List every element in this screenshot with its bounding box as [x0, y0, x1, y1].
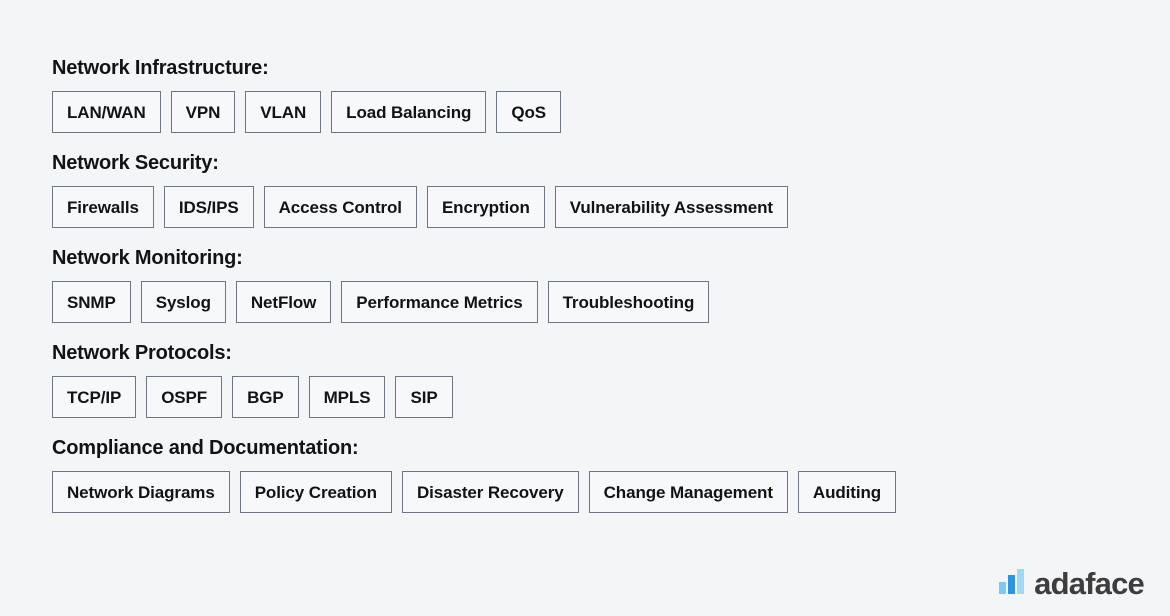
section-heading: Compliance and Documentation: — [52, 437, 359, 459]
skill-chip[interactable]: VLAN — [245, 91, 322, 133]
chip-row: LAN/WAN VPN VLAN Load Balancing QoS — [52, 91, 1122, 133]
bar-chart-icon — [999, 569, 1025, 594]
skill-chip[interactable]: Load Balancing — [331, 91, 487, 133]
skill-chip[interactable]: Firewalls — [52, 186, 154, 228]
skill-chip[interactable]: SIP — [395, 376, 453, 418]
skill-chip[interactable]: NetFlow — [235, 281, 332, 323]
skill-chip[interactable]: Change Management — [588, 471, 788, 513]
skill-chip[interactable]: Encryption — [426, 186, 545, 228]
skill-chip[interactable]: BGP — [232, 376, 299, 418]
skill-chip[interactable]: SNMP — [52, 281, 131, 323]
skill-chip[interactable]: Policy Creation — [239, 471, 392, 513]
skills-overview-page: Network Infrastructure: LAN/WAN VPN VLAN Loa… — [0, 0, 1170, 616]
skill-section: Compliance and Documentation: Network Dia… — [52, 436, 1122, 513]
skill-chip[interactable]: Access Control — [263, 186, 417, 228]
sections-container: Network Infrastructure: LAN/WAN VPN VLAN Loa… — [52, 56, 1122, 513]
section-heading: Network Security: — [52, 152, 219, 174]
section-heading: Network Protocols: — [52, 342, 232, 364]
skill-section: Network Protocols: TCP/IP OSPF BGP MPLS SIP — [52, 341, 1122, 418]
skill-section: Network Security: Firewalls IDS/IPS Access … — [52, 151, 1122, 228]
skill-chip[interactable]: Troubleshooting — [547, 281, 710, 323]
skill-chip[interactable]: VPN — [170, 91, 236, 133]
skill-chip[interactable]: Auditing — [797, 471, 897, 513]
skill-chip[interactable]: Vulnerability Assessment — [554, 186, 788, 228]
skill-chip[interactable]: IDS/IPS — [163, 186, 254, 228]
skill-chip[interactable]: Disaster Recovery — [401, 471, 579, 513]
skill-chip[interactable]: TCP/IP — [52, 376, 137, 418]
section-heading: Network Monitoring: — [52, 247, 243, 269]
chip-row: Network Diagrams Policy Creation Disaster … — [52, 471, 1122, 513]
skill-chip[interactable]: Syslog — [140, 281, 226, 323]
adaface-wordmark: adaface — [1034, 566, 1145, 601]
skill-chip[interactable]: LAN/WAN — [52, 91, 161, 133]
section-heading: Network Infrastructure: — [52, 57, 269, 79]
skill-chip[interactable]: MPLS — [308, 376, 386, 418]
skill-chip[interactable]: OSPF — [146, 376, 223, 418]
skill-chip[interactable]: Network Diagrams — [52, 471, 230, 513]
skill-section: Network Monitoring: SNMP Syslog NetFlow Perf… — [52, 246, 1122, 323]
adaface-logo: adaface — [999, 566, 1145, 601]
skill-chip[interactable]: Performance Metrics — [341, 281, 538, 323]
skill-chip[interactable]: QoS — [496, 91, 561, 133]
chip-row: SNMP Syslog NetFlow Performance Metrics Trou… — [52, 281, 1122, 323]
chip-row: TCP/IP OSPF BGP MPLS SIP — [52, 376, 1122, 418]
chip-row: Firewalls IDS/IPS Access Control Encryption… — [52, 186, 1122, 228]
skill-section: Network Infrastructure: LAN/WAN VPN VLAN Loa… — [52, 56, 1122, 133]
